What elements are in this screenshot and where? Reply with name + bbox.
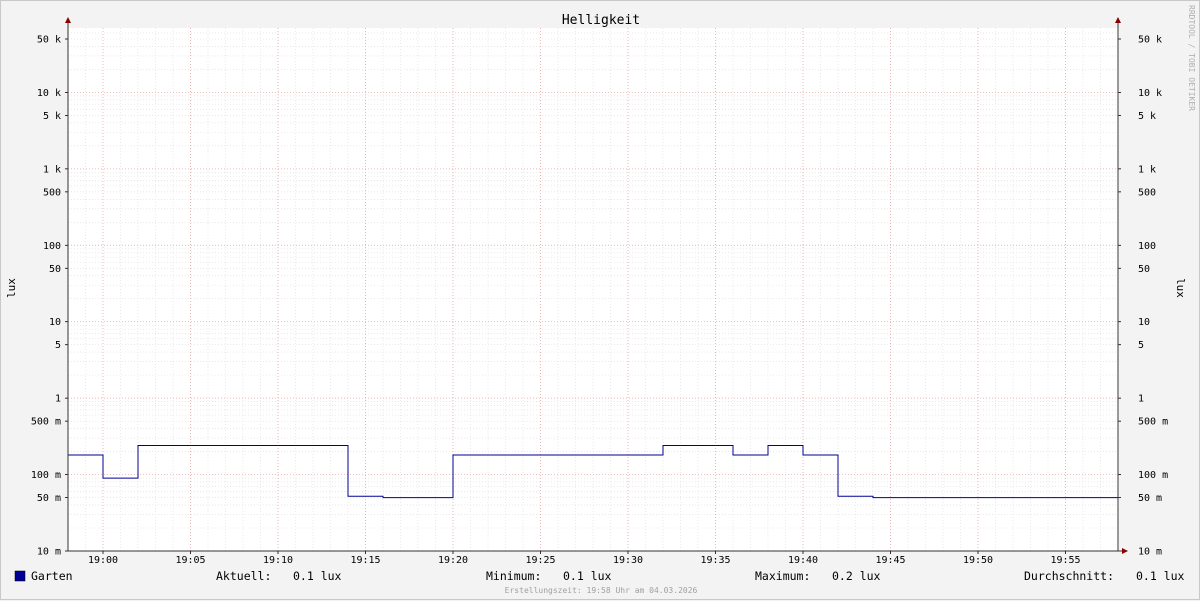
y-tick-label-left: 100 m (31, 470, 61, 481)
legend-min-value: 0.1 lux (563, 569, 612, 583)
y-tick-label-right: 50 m (1138, 493, 1162, 504)
chart-canvas: 50 k 10 k 5 k 1 k 500 100 50 10 5 1 500 m 100 m 50 m… (5, 5, 1196, 595)
y-axis-arrow-right (1115, 17, 1121, 23)
x-tick-label: 19:45 (875, 555, 905, 566)
y-tick-label-left: 500 m (31, 417, 61, 428)
y-tick-label-left: 10 m (37, 547, 61, 558)
y-tick-label-right: 100 m (1138, 470, 1168, 481)
legend-series-name: Garten (31, 569, 73, 583)
y-tick-label-left: 500 (43, 187, 61, 198)
legend-avg-value: 0.1 lux (1136, 569, 1185, 583)
y-tick-label-left: 10 k (37, 88, 61, 99)
y-tick-label-right: 1 (1138, 394, 1144, 405)
y-axis-label-left: lux (5, 278, 18, 298)
x-tick-label: 19:15 (350, 555, 380, 566)
y-tick-label-left: 50 k (37, 35, 61, 46)
legend-max-label: Maximum: (755, 569, 810, 583)
y-ticks-right: 50 k 10 k 5 k 1 k 500 100 50 10 5 1 500 m 100 m 50 m… (1118, 35, 1168, 558)
legend-current-value: 0.1 lux (293, 569, 342, 583)
x-tick-label: 19:00 (88, 555, 118, 566)
y-axis-arrow-left (65, 17, 71, 23)
legend-max-value: 0.2 lux (832, 569, 881, 583)
y-tick-label-right: 500 (1138, 187, 1156, 198)
legend-swatch (14, 570, 26, 582)
y-tick-label-left: 5 k (43, 111, 61, 122)
x-tick-label: 19:55 (1050, 555, 1080, 566)
legend-min-label: Minimum: (486, 569, 541, 583)
y-tick-label-left: 50 m (37, 493, 61, 504)
y-tick-label-left: 50 (49, 264, 61, 275)
x-tick-label: 19:30 (613, 555, 643, 566)
y-tick-label-right: 1 k (1138, 164, 1156, 175)
y-tick-label-right: 50 k (1138, 35, 1162, 46)
y-axis-label-right: lux (1174, 278, 1187, 298)
y-tick-label-right: 10 k (1138, 88, 1162, 99)
y-tick-label-left: 10 (49, 317, 61, 328)
y-tick-label-right: 10 (1138, 317, 1150, 328)
x-tick-label: 19:20 (438, 555, 468, 566)
y-tick-label-right: 10 m (1138, 547, 1162, 558)
y-tick-label-right: 5 (1138, 340, 1144, 351)
x-tick-label: 19:50 (963, 555, 993, 566)
x-tick-label: 19:40 (788, 555, 818, 566)
x-tick-label: 19:25 (525, 555, 555, 566)
footer-timestamp: Erstellungszeit: 19:58 Uhr am 04.03.2026 (505, 586, 698, 595)
y-ticks-left: 50 k 10 k 5 k 1 k 500 100 50 10 5 1 500 m 100 m 50 m… (31, 35, 68, 558)
legend-avg-label: Durchschnitt: (1024, 569, 1114, 583)
y-tick-label-right: 50 (1138, 264, 1150, 275)
chart-title: Helligkeit (562, 13, 640, 28)
y-tick-label-left: 1 k (43, 164, 61, 175)
x-ticks: 19:00 19:05 19:10 19:15 19:20 19:25 19:30 19:35… (88, 551, 1081, 566)
rrdtool-watermark: RRDTOOL / TOBI OETIKER (1187, 5, 1196, 111)
x-tick-label: 19:10 (263, 555, 293, 566)
chart-frame: 50 k 10 k 5 k 1 k 500 100 50 10 5 1 500 m 100 m 50 m… (0, 0, 1200, 600)
y-tick-label-right: 5 k (1138, 111, 1156, 122)
legend-current-label: Aktuell: (216, 569, 271, 583)
y-tick-label-left: 100 (43, 241, 61, 252)
y-tick-label-right: 100 (1138, 241, 1156, 252)
grid (67, 28, 1119, 552)
y-tick-label-left: 5 (55, 340, 61, 351)
y-tick-label-right: 500 m (1138, 417, 1168, 428)
y-tick-label-left: 1 (55, 394, 61, 405)
x-axis-arrow (1122, 548, 1128, 554)
x-tick-label: 19:05 (175, 555, 205, 566)
x-tick-label: 19:35 (700, 555, 730, 566)
